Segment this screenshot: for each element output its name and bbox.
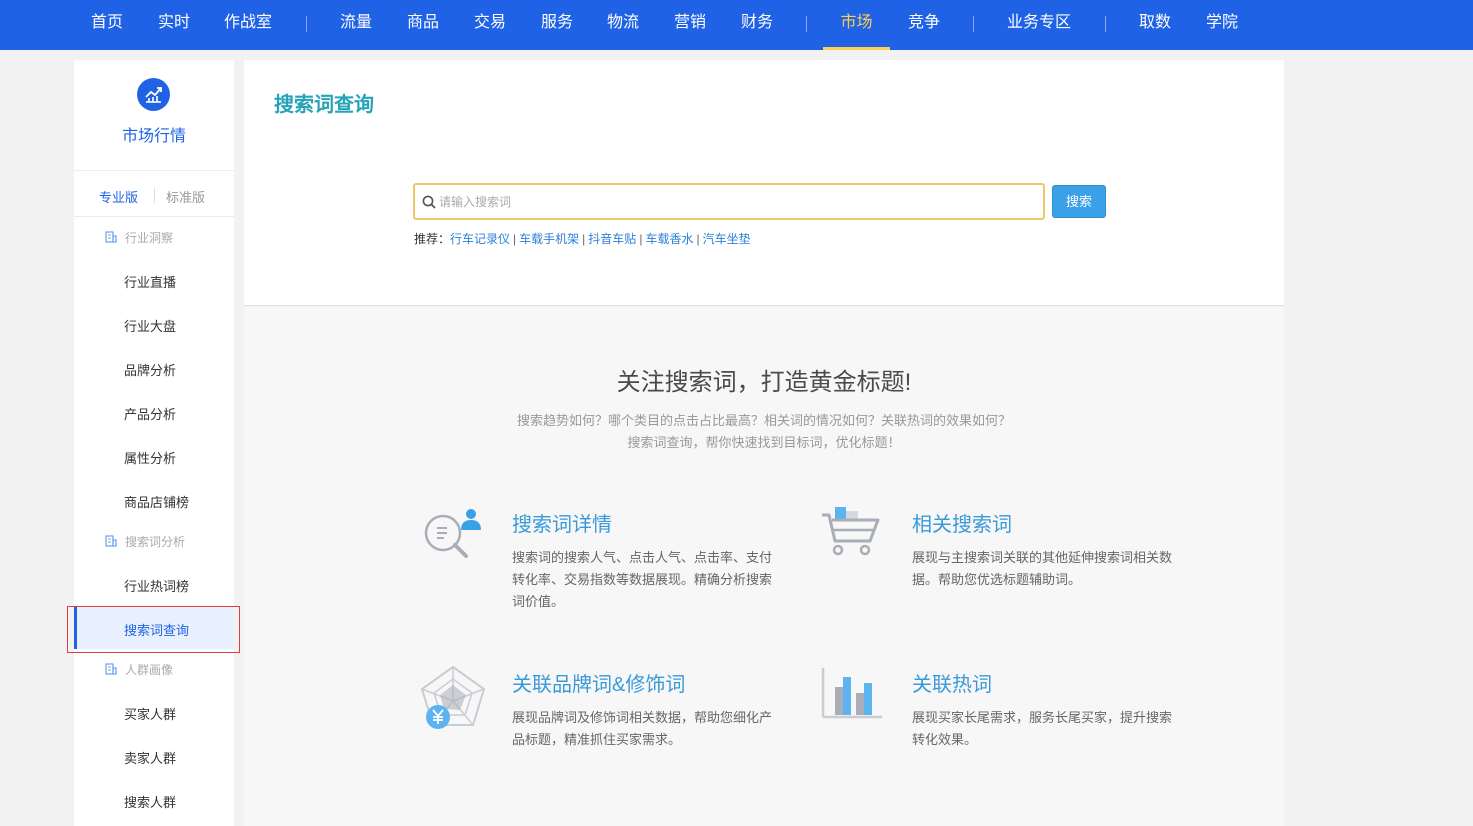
highlight-box	[67, 606, 240, 653]
sidebar-group-label: 行业洞察	[125, 231, 174, 245]
sidebar-item-industry-live[interactable]: 行业直播	[124, 272, 176, 291]
sidebar-group-industry: 行业洞察	[105, 229, 173, 246]
feature-title[interactable]: 关联品牌词&修饰词	[512, 668, 685, 697]
search-field	[413, 183, 1045, 220]
building-icon	[105, 535, 117, 547]
search-panel: 搜索词查询 搜索 推荐：行车记录仪|车载手机架|抖音车贴|车载香水|汽车坐垫	[244, 60, 1284, 306]
building-icon	[105, 663, 117, 675]
tab-standard[interactable]: 标准版	[166, 187, 205, 206]
nav-home[interactable]: 首页	[88, 0, 126, 50]
nav-service[interactable]: 服务	[538, 0, 576, 50]
recommend-link[interactable]: 车载手机架	[519, 232, 579, 246]
nav-academy[interactable]: 学院	[1203, 0, 1241, 50]
nav-separator	[806, 16, 807, 32]
intro-subline: 搜索词查询，帮你快速找到目标词，优化标题！	[627, 435, 901, 450]
sidebar-title: 市场行情	[121, 128, 186, 145]
nav-traffic[interactable]: 流量	[337, 0, 375, 50]
feature-description: 展现品牌词及修饰词相关数据，帮助您细化产品标题，精准抓住买家需求。	[512, 710, 773, 747]
recommend-link[interactable]: 汽车坐垫	[703, 232, 751, 246]
sidebar-item-search-crowd[interactable]: 搜索人群	[124, 792, 176, 811]
sidebar-item-hot-words[interactable]: 行业热词榜	[124, 576, 189, 595]
sidebar: 市场行情 专业版 标准版 行业洞察 行业直播 行业大盘 品牌分析 产品分析 属性…	[74, 60, 234, 826]
sidebar-item-brand-analysis[interactable]: 品牌分析	[124, 360, 176, 379]
nav-separator	[973, 16, 974, 32]
nav-data-fetch[interactable]: 取数	[1136, 0, 1174, 50]
feature-intro: 关注搜索词，打造黄金标题! 搜索趋势如何？哪个类目的点击占比最高？相关词的情况如…	[244, 307, 1284, 826]
sidebar-item-buyer-crowd[interactable]: 买家人群	[124, 704, 176, 723]
nav-marketing[interactable]: 营销	[671, 0, 709, 50]
nav-war-room[interactable]: 作战室	[221, 0, 275, 50]
nav-separator	[1105, 16, 1106, 32]
radar-yen-icon	[420, 665, 486, 738]
search-icon	[422, 195, 436, 209]
search-input[interactable]	[439, 185, 1029, 218]
feature-title[interactable]: 相关搜索词	[912, 508, 1012, 537]
nav-realtime[interactable]: 实时	[155, 0, 193, 50]
sidebar-item-shop-ranking[interactable]: 商品店铺榜	[124, 492, 189, 511]
nav-business-zone[interactable]: 业务专区	[1004, 0, 1074, 50]
sidebar-group-label: 人群画像	[125, 663, 174, 677]
shopping-cart-icon	[820, 505, 886, 568]
tab-professional[interactable]: 专业版	[99, 187, 138, 206]
sidebar-item-seller-crowd[interactable]: 卖家人群	[124, 748, 176, 767]
market-chart-icon	[137, 78, 170, 111]
intro-headline: 关注搜索词，打造黄金标题!	[616, 369, 912, 396]
recommend-label: 推荐：	[414, 232, 451, 246]
feature-title[interactable]: 关联热词	[912, 668, 992, 697]
recommend-link[interactable]: 抖音车贴	[588, 232, 636, 246]
bar-chart-icon	[820, 665, 886, 728]
feature-description: 展现与主搜索词关联的其他延伸搜索词相关数据。帮助您优选标题辅助词。	[912, 550, 1173, 587]
intro-subline: 搜索趋势如何？哪个类目的点击占比最高？相关词的情况如何？关联热词的效果如何？	[516, 413, 1011, 428]
sidebar-item-product-analysis[interactable]: 产品分析	[124, 404, 176, 423]
sidebar-group-search: 搜索词分析	[105, 533, 185, 550]
nav-finance[interactable]: 财务	[738, 0, 776, 50]
search-button[interactable]: 搜索	[1052, 185, 1106, 218]
page-title: 搜索词查询	[274, 94, 374, 116]
nav-separator	[306, 16, 307, 32]
nav-market[interactable]: 市场	[823, 0, 890, 50]
nav-trade[interactable]: 交易	[471, 0, 509, 50]
search-analysis-icon	[420, 505, 486, 568]
nav-logistics[interactable]: 物流	[604, 0, 642, 50]
divider	[74, 170, 234, 171]
building-icon	[105, 231, 117, 243]
nav-product[interactable]: 商品	[404, 0, 442, 50]
sidebar-group-crowd: 人群画像	[105, 661, 173, 678]
separator: |	[696, 232, 700, 246]
feature-title[interactable]: 搜索词详情	[512, 508, 612, 537]
separator: |	[639, 232, 643, 246]
sidebar-item-attribute-analysis[interactable]: 属性分析	[124, 448, 176, 467]
recommend-link[interactable]: 车载香水	[645, 232, 693, 246]
sidebar-group-label: 搜索词分析	[125, 535, 186, 549]
nav-competition[interactable]: 竞争	[905, 0, 943, 50]
feature-description: 展现买家长尾需求，服务长尾买家，提升搜索转化效果。	[912, 710, 1173, 747]
feature-description: 搜索词的搜索人气、点击人气、点击率、支付转化率、交易指数等数据展现。精确分析搜索…	[512, 550, 773, 609]
sidebar-item-industry-overview[interactable]: 行业大盘	[124, 316, 176, 335]
separator: |	[582, 232, 586, 246]
tab-separator	[154, 188, 155, 203]
divider	[74, 216, 234, 217]
recommend-link[interactable]: 行车记录仪	[450, 232, 510, 246]
top-navigation: 首页 实时 作战室 流量 商品 交易 服务 物流 营销 财务 市场 竞争 业务专…	[0, 0, 1473, 50]
recommend-list: 推荐：行车记录仪 | 车载手机架 | 抖音车贴 | 车载香水 | 汽车坐垫	[414, 230, 751, 247]
separator: |	[513, 232, 517, 246]
